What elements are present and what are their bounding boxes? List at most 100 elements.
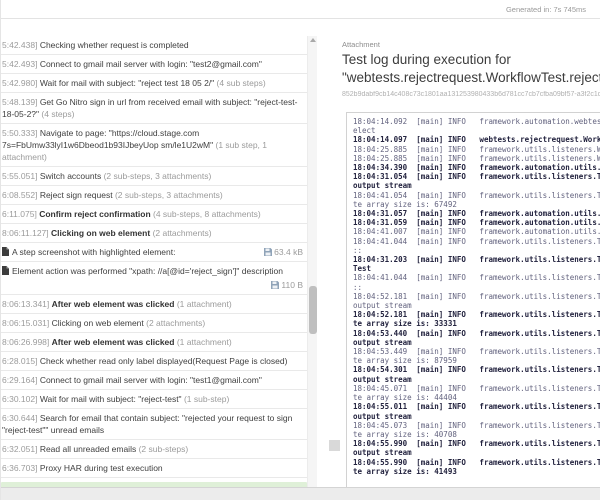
log-line-wrap: te array size is: 44404 <box>353 393 600 402</box>
page-bottom-bar <box>1 487 600 500</box>
log-line: 18:04:55.011 [main] INFO framework.utils… <box>353 402 600 411</box>
test-step-row[interactable]: 6:11.075] Confirm reject confirmation (4… <box>1 205 307 224</box>
log-line: 18:04:52.181 [main] INFO framework.utils… <box>353 310 600 319</box>
report-window: Generated in: 7s 745ms 5:42.438] Checkin… <box>0 0 600 500</box>
step-timestamp: 6:08.552] <box>2 190 40 200</box>
log-line-wrap: te array size is: 41493 <box>353 467 600 476</box>
step-text: Switch accounts <box>40 171 104 181</box>
step-meta-count: (4 sub steps) <box>217 78 266 88</box>
log-line: 18:04:31.059 [main] INFO framework.autom… <box>353 218 600 227</box>
log-line-wrap: te array size is: 40708 <box>353 430 600 439</box>
log-line: 18:04:14.092 [main] INFO framework.autom… <box>353 117 600 126</box>
log-line: 18:04:53.440 [main] INFO framework.utils… <box>353 329 600 338</box>
step-timestamp: 6:11.075] <box>2 209 39 219</box>
step-meta-count: (4 steps) <box>41 109 74 119</box>
step-timestamp: 5:50.333] <box>2 128 40 138</box>
log-line: 18:04:31.054 [main] INFO framework.utils… <box>353 172 600 181</box>
log-line-wrap: elect <box>353 126 600 135</box>
log-line-wrap: te array size is: 67492 <box>353 200 600 209</box>
attachment-text: Element action was performed "xpath: //a… <box>12 265 283 277</box>
log-line: 18:04:41.054 [main] INFO framework.utils… <box>353 191 600 200</box>
test-step-row[interactable]: 5:42.493] Connect to gmail mail server w… <box>1 55 307 74</box>
test-step-row[interactable]: 6:28.015] Check whether read only label … <box>1 352 307 371</box>
step-timestamp: 6:28.015] <box>2 356 40 366</box>
step-meta-count: (2 attachments) <box>146 318 205 328</box>
log-line: 18:04:31.057 [main] INFO framework.autom… <box>353 209 600 218</box>
log-line: 18:04:45.073 [main] INFO framework.utils… <box>353 421 600 430</box>
attachment-title: Test log during execution for "webtests.… <box>336 51 600 88</box>
attachment-row[interactable]: Element action was performed "xpath: //a… <box>1 262 307 295</box>
step-timestamp: 5:42.980] <box>2 78 40 88</box>
step-text: Proxy HAR during test execution <box>40 463 163 473</box>
test-step-row[interactable]: 6:30.644] Search for email that contain … <box>1 409 307 440</box>
left-panel-scrollbar[interactable] <box>307 36 317 487</box>
log-line: 18:04:25.885 [main] INFO framework.utils… <box>353 154 600 163</box>
log-line: 18:04:31.203 [main] INFO framework.utils… <box>353 255 600 264</box>
scrollbar-thumb[interactable] <box>309 286 317 334</box>
log-line: 18:04:52.181 [main] INFO framework.utils… <box>353 292 600 301</box>
log-line: 18:04:54.301 [main] INFO framework.utils… <box>353 365 600 374</box>
test-step-row[interactable]: 8:06:13.341] After web element was click… <box>1 295 307 314</box>
step-meta-count: (1 attachment) <box>177 299 232 309</box>
step-timestamp: 5:55.051] <box>2 171 40 181</box>
generated-in-label: Generated in: 7s 745ms <box>506 5 586 14</box>
step-timestamp: 6:36.703] <box>2 463 40 473</box>
log-line: 18:04:41.044 [main] INFO framework.utils… <box>353 273 600 282</box>
log-line-wrap: te array size is: 33331 <box>353 319 600 328</box>
save-icon[interactable] <box>264 248 272 256</box>
test-steps-panel: 5:42.438] Checking whether request is co… <box>1 36 317 487</box>
test-step-row[interactable]: 8:06:11.127] Clicking on web element (2 … <box>1 224 307 243</box>
attachment-size-label: 110 B <box>281 279 303 291</box>
step-timestamp: 6:32.051] <box>2 444 40 454</box>
step-text: After web element was clicked <box>52 299 177 309</box>
test-step-row[interactable]: 6:30.102] Wait for mail with subject: "r… <box>1 390 307 409</box>
test-step-row[interactable]: 6:08.552] Reject sign request (2 sub-ste… <box>1 186 307 205</box>
test-step-row[interactable]: 6:32.051] Read all unreaded emails (2 su… <box>1 440 307 459</box>
test-step-row[interactable]: 6:29.164] Connect to gmail mail server w… <box>1 371 307 390</box>
log-line: 18:04:41.044 [main] INFO framework.utils… <box>353 237 600 246</box>
step-text: Clicking on web element <box>51 228 153 238</box>
test-step-row[interactable]: 8:06:26.998] After web element was click… <box>1 333 307 352</box>
log-line-wrap: output stream <box>353 448 600 457</box>
step-timestamp: 5:48.139] <box>2 97 40 107</box>
attachment-row[interactable]: A step screenshot with highlighted eleme… <box>1 243 307 262</box>
step-meta-count: (2 sub-steps) <box>139 444 189 454</box>
step-text: Checking whether request is completed <box>40 40 189 50</box>
test-step-row[interactable]: 5:42.438] Checking whether request is co… <box>1 36 307 55</box>
test-steps-list: 5:42.438] Checking whether request is co… <box>1 36 307 487</box>
attachment-size-label: 63.4 kB <box>274 246 303 258</box>
log-line: 18:04:45.071 [main] INFO framework.utils… <box>353 384 600 393</box>
log-line-wrap: output stream <box>353 181 600 190</box>
step-meta-count: (1 attachment) <box>177 337 232 347</box>
log-line: 18:04:14.097 [main] INFO webtests.reject… <box>353 135 600 144</box>
chevron-up-icon[interactable] <box>310 38 316 42</box>
test-step-row[interactable]: 6:36.703] Proxy HAR during test executio… <box>1 459 307 478</box>
test-step-row[interactable]: 5:50.333] Navigate to page: "https://clo… <box>1 124 307 167</box>
step-timestamp: 5:42.493] <box>2 59 40 69</box>
test-step-row[interactable]: 5:55.051] Switch accounts (2 sub-steps, … <box>1 167 307 186</box>
step-meta-count: (4 sub-steps, 8 attachments) <box>153 209 261 219</box>
log-line-wrap: :: <box>353 246 600 255</box>
log-line-wrap: output stream <box>353 338 600 347</box>
step-meta-count: (2 sub-steps, 3 attachments) <box>115 190 223 200</box>
log-line-wrap: :: <box>353 283 600 292</box>
test-step-row[interactable]: 5:42.980] Wait for mail with subject: "r… <box>1 74 307 93</box>
log-line: 18:04:55.990 [main] INFO framework.utils… <box>353 458 600 467</box>
step-timestamp: 6:30.644] <box>2 413 40 423</box>
log-line-wrap: output stream <box>353 301 600 310</box>
save-icon[interactable] <box>271 281 279 289</box>
step-timestamp: 8:06:26.998] <box>2 337 52 347</box>
test-step-row[interactable]: 5:48.139] Get Go Nitro sign in url from … <box>1 93 307 124</box>
log-viewer[interactable]: 18:04:14.092 [main] INFO framework.autom… <box>346 112 600 487</box>
step-timestamp: 5:42.438] <box>2 40 40 50</box>
log-line: 18:04:55.990 [main] INFO framework.utils… <box>353 439 600 448</box>
step-text: Wait for mail with subject: "reject test… <box>40 78 217 88</box>
step-timestamp: 8:06:15.031] <box>2 318 52 328</box>
step-text: Wait for mail with subject: "reject-test… <box>40 394 184 404</box>
step-timestamp: 8:06:13.341] <box>2 299 52 309</box>
log-line-wrap: output stream <box>353 412 600 421</box>
file-icon <box>2 266 9 275</box>
attachment-panel: Attachment Test log during execution for… <box>336 36 600 487</box>
test-step-row[interactable]: 8:06:15.031] Clicking on web element (2 … <box>1 314 307 333</box>
log-line-wrap: output stream <box>353 375 600 384</box>
